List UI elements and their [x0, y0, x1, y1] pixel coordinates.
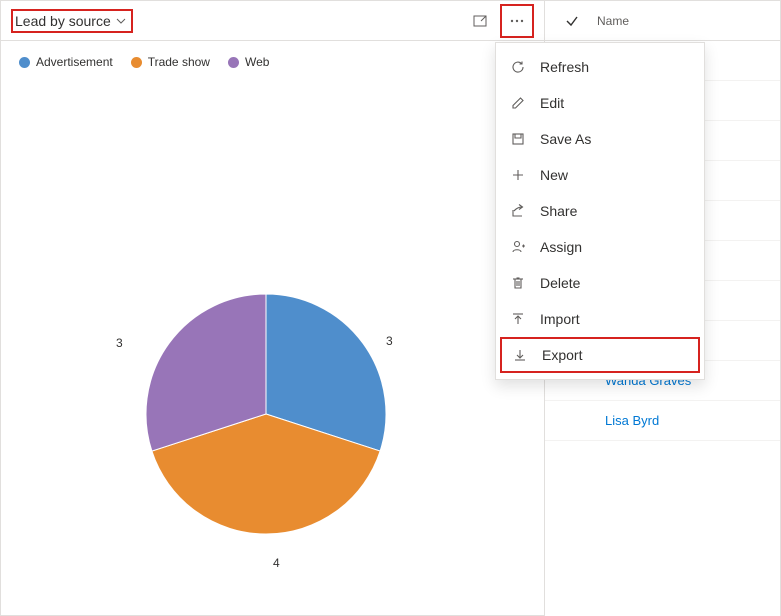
- plus-icon: [510, 167, 526, 183]
- legend-swatch: [19, 57, 30, 68]
- refresh-icon: [510, 59, 526, 75]
- menu-item-label: Delete: [540, 275, 580, 291]
- save-icon: [510, 131, 526, 147]
- menu-item-label: Edit: [540, 95, 564, 111]
- menu-item-edit[interactable]: Edit: [496, 85, 704, 121]
- trash-icon: [510, 275, 526, 291]
- chart-title-dropdown[interactable]: Lead by source: [11, 9, 133, 33]
- chart-header: Lead by source: [1, 1, 544, 41]
- chart-legend: Advertisement Trade show Web: [1, 41, 544, 69]
- legend-label: Web: [245, 55, 269, 69]
- legend-item[interactable]: Web: [228, 55, 269, 69]
- column-header-name[interactable]: Name: [597, 14, 629, 28]
- import-icon: [510, 311, 526, 327]
- chart-panel: Lead by source: [0, 0, 545, 616]
- menu-item-new[interactable]: New: [496, 157, 704, 193]
- chart-title: Lead by source: [15, 13, 111, 29]
- menu-item-label: Save As: [540, 131, 591, 147]
- menu-item-label: Share: [540, 203, 577, 219]
- select-all-checkbox[interactable]: [565, 14, 579, 28]
- more-commands-menu: Refresh Edit Save As New Share Assign Delete Im…: [495, 42, 705, 380]
- table-row[interactable]: Lisa Byrd: [545, 401, 780, 441]
- expand-chart-button[interactable]: [466, 7, 494, 35]
- chart-body: 3 4 3: [1, 69, 544, 589]
- legend-item[interactable]: Trade show: [131, 55, 210, 69]
- menu-item-label: Import: [540, 311, 580, 327]
- legend-label: Trade show: [148, 55, 210, 69]
- legend-swatch: [131, 57, 142, 68]
- menu-item-refresh[interactable]: Refresh: [496, 49, 704, 85]
- chart-header-actions: [466, 4, 534, 38]
- menu-item-label: New: [540, 167, 568, 183]
- data-label: 3: [116, 336, 123, 350]
- menu-item-share[interactable]: Share: [496, 193, 704, 229]
- edit-icon: [510, 95, 526, 111]
- record-link[interactable]: Lisa Byrd: [605, 413, 659, 428]
- data-label: 4: [273, 556, 280, 570]
- legend-item[interactable]: Advertisement: [19, 55, 113, 69]
- menu-item-delete[interactable]: Delete: [496, 265, 704, 301]
- share-icon: [510, 203, 526, 219]
- menu-item-import[interactable]: Import: [496, 301, 704, 337]
- menu-item-saveas[interactable]: Save As: [496, 121, 704, 157]
- menu-item-label: Assign: [540, 239, 582, 255]
- legend-label: Advertisement: [36, 55, 113, 69]
- menu-item-label: Refresh: [540, 59, 589, 75]
- legend-swatch: [228, 57, 239, 68]
- pie-chart: 3 4 3: [136, 284, 396, 544]
- menu-item-label: Export: [542, 347, 582, 363]
- more-commands-button[interactable]: [503, 7, 531, 35]
- menu-item-export[interactable]: Export: [500, 337, 700, 373]
- chevron-down-icon: [115, 15, 127, 27]
- list-header: Name: [545, 1, 780, 41]
- export-icon: [512, 347, 528, 363]
- menu-item-assign[interactable]: Assign: [496, 229, 704, 265]
- person-icon: [510, 239, 526, 255]
- pie-svg: [136, 284, 396, 544]
- data-label: 3: [386, 334, 393, 348]
